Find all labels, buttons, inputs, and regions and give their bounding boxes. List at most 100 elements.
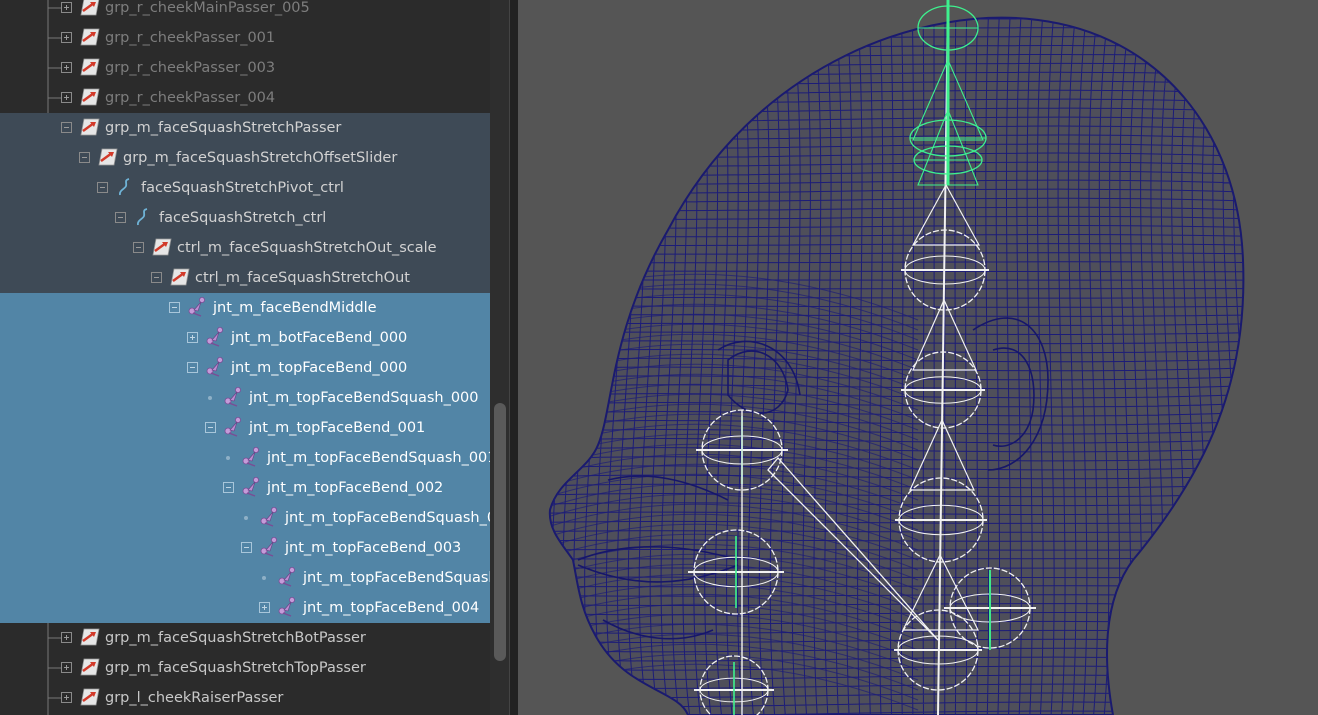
outliner-row[interactable]: grp_r_cheekPasser_004 [0,83,490,113]
outliner-row[interactable]: grp_l_cheekRaiserPasser [0,683,490,713]
outliner-item-label: grp_m_faceSquashStretchOffsetSlider [123,150,398,166]
outliner-item-label: faceSquashStretch_ctrl [159,210,327,226]
leaf-connector-icon [244,516,248,520]
outliner-row[interactable]: jnt_m_topFaceBend_002 [0,473,490,503]
joint-icon [259,506,281,528]
joint-icon [187,296,209,318]
joint-icon [259,536,281,558]
viewport-scene[interactable] [518,0,1318,715]
outliner-item-label: jnt_m_topFaceBendSquash_000 [249,390,479,406]
outliner-item-label: grp_r_cheekMainPasser_005 [105,0,310,16]
joint-icon [205,356,227,378]
collapse-icon[interactable] [79,152,90,163]
outliner-row[interactable]: jnt_m_topFaceBendSquash [0,563,498,593]
outliner-row[interactable]: jnt_m_topFaceBend_000 [0,353,490,383]
outliner-item-label: jnt_m_topFaceBend_004 [303,600,480,616]
joint-icon [223,416,245,438]
expand-icon[interactable] [61,2,72,13]
expand-icon[interactable] [61,62,72,73]
outliner-item-label: jnt_m_faceBendMiddle [213,300,377,316]
outliner-item-label: jnt_m_topFaceBend_001 [249,420,426,436]
outliner-item-label: grp_m_faceSquashStretchTopPasser [105,660,366,676]
expand-icon[interactable] [61,92,72,103]
outliner-row[interactable]: grp_m_faceSquashStretchOffsetSlider [0,143,490,173]
collapse-icon[interactable] [151,272,162,283]
outliner-row[interactable]: jnt_m_topFaceBendSquash_001 [0,443,497,473]
outliner-row[interactable]: jnt_m_topFaceBend_004 [0,593,490,623]
leaf-connector-icon [262,576,266,580]
scrollbar-thumb[interactable] [494,403,506,661]
transform-group-icon [79,86,101,108]
expand-icon[interactable] [61,632,72,643]
panel-splitter[interactable] [510,0,518,715]
transform-group-icon [79,116,101,138]
outliner-row[interactable]: grp_r_cheekPasser_001 [0,23,490,53]
joint-icon [241,446,263,468]
joint-icon [277,596,299,618]
expand-icon[interactable] [61,32,72,43]
outliner-row[interactable]: grp_r_cheekPasser_003 [0,53,490,83]
outliner-panel: grp_r_cheekMainPasser_005 grp_r_cheekPass… [0,0,518,715]
outliner-item-label: ctrl_m_faceSquashStretchOut [195,270,410,286]
outliner-item-label: jnt_m_topFaceBend_000 [231,360,408,376]
transform-group-icon [79,56,101,78]
outliner-tree: grp_r_cheekMainPasser_005 grp_r_cheekPass… [0,0,498,715]
outliner-item-label: jnt_m_topFaceBend_003 [285,540,462,556]
leaf-connector-icon [208,396,212,400]
collapse-icon[interactable] [241,542,252,553]
outliner-item-label: jnt_m_topFaceBendSquash [303,570,498,586]
outliner-item-label: ctrl_m_faceSquashStretchOut_scale [177,240,437,256]
joint-icon [223,386,245,408]
outliner-row[interactable]: faceSquashStretchPivot_ctrl [0,173,490,203]
outliner-row[interactable]: jnt_m_topFaceBendSquash_000 [0,383,490,413]
transform-group-icon [151,236,173,258]
outliner-item-label: jnt_m_topFaceBendSquash_0 [285,510,497,526]
transform-group-icon [79,686,101,708]
collapse-icon[interactable] [223,482,234,493]
outliner-row[interactable]: grp_m_faceSquashStretchTopPasser [0,653,490,683]
nurbs-curve-icon [115,176,137,198]
joint-icon [205,326,227,348]
collapse-icon[interactable] [97,182,108,193]
outliner-row[interactable]: jnt_m_topFaceBend_003 [0,533,490,563]
outliner-item-label: jnt_m_topFaceBend_002 [267,480,444,496]
transform-group-icon [169,266,191,288]
outliner-item-label: jnt_m_topFaceBendSquash_001 [267,450,497,466]
outliner-item-label: grp_l_cheekRaiserPasser [105,690,284,706]
outliner-item-label: grp_r_cheekPasser_004 [105,90,276,106]
expand-icon[interactable] [259,602,270,613]
expand-icon[interactable] [187,332,198,343]
nurbs-curve-icon [133,206,155,228]
joint-icon [241,476,263,498]
outliner-item-label: grp_r_cheekPasser_003 [105,60,276,76]
outliner-item-label: grp_m_faceSquashStretchBotPasser [105,630,366,646]
leaf-connector-icon [226,456,230,460]
transform-group-icon [79,0,101,18]
outliner-row[interactable]: jnt_m_topFaceBend_001 [0,413,490,443]
outliner-row[interactable]: ctrl_m_faceSquashStretchOut [0,263,490,293]
collapse-icon[interactable] [133,242,144,253]
outliner-row[interactable]: grp_r_cheekMainPasser_005 [0,0,490,23]
outliner-row[interactable]: jnt_m_botFaceBend_000 [0,323,490,353]
expand-icon[interactable] [61,662,72,673]
collapse-icon[interactable] [61,122,72,133]
collapse-icon[interactable] [187,362,198,373]
outliner-row[interactable]: jnt_m_topFaceBendSquash_0 [0,503,496,533]
outliner-row[interactable]: faceSquashStretch_ctrl [0,203,490,233]
collapse-icon[interactable] [205,422,216,433]
outliner-row[interactable]: jnt_m_faceBendMiddle [0,293,490,323]
joint-icon [277,566,299,588]
outliner-item-label: faceSquashStretchPivot_ctrl [141,180,344,196]
outliner-row[interactable]: grp_m_faceSquashStretchPasser [0,113,490,143]
outliner-row[interactable]: grp_m_faceSquashStretchBotPasser [0,623,490,653]
transform-group-icon [79,626,101,648]
outliner-item-label: jnt_m_botFaceBend_000 [231,330,408,346]
transform-group-icon [79,656,101,678]
3d-viewport[interactable] [518,0,1318,715]
expand-icon[interactable] [61,692,72,703]
outliner-row[interactable]: ctrl_m_faceSquashStretchOut_scale [0,233,490,263]
outliner-item-label: grp_r_cheekPasser_001 [105,30,276,46]
transform-group-icon [97,146,119,168]
collapse-icon[interactable] [115,212,126,223]
collapse-icon[interactable] [169,302,180,313]
